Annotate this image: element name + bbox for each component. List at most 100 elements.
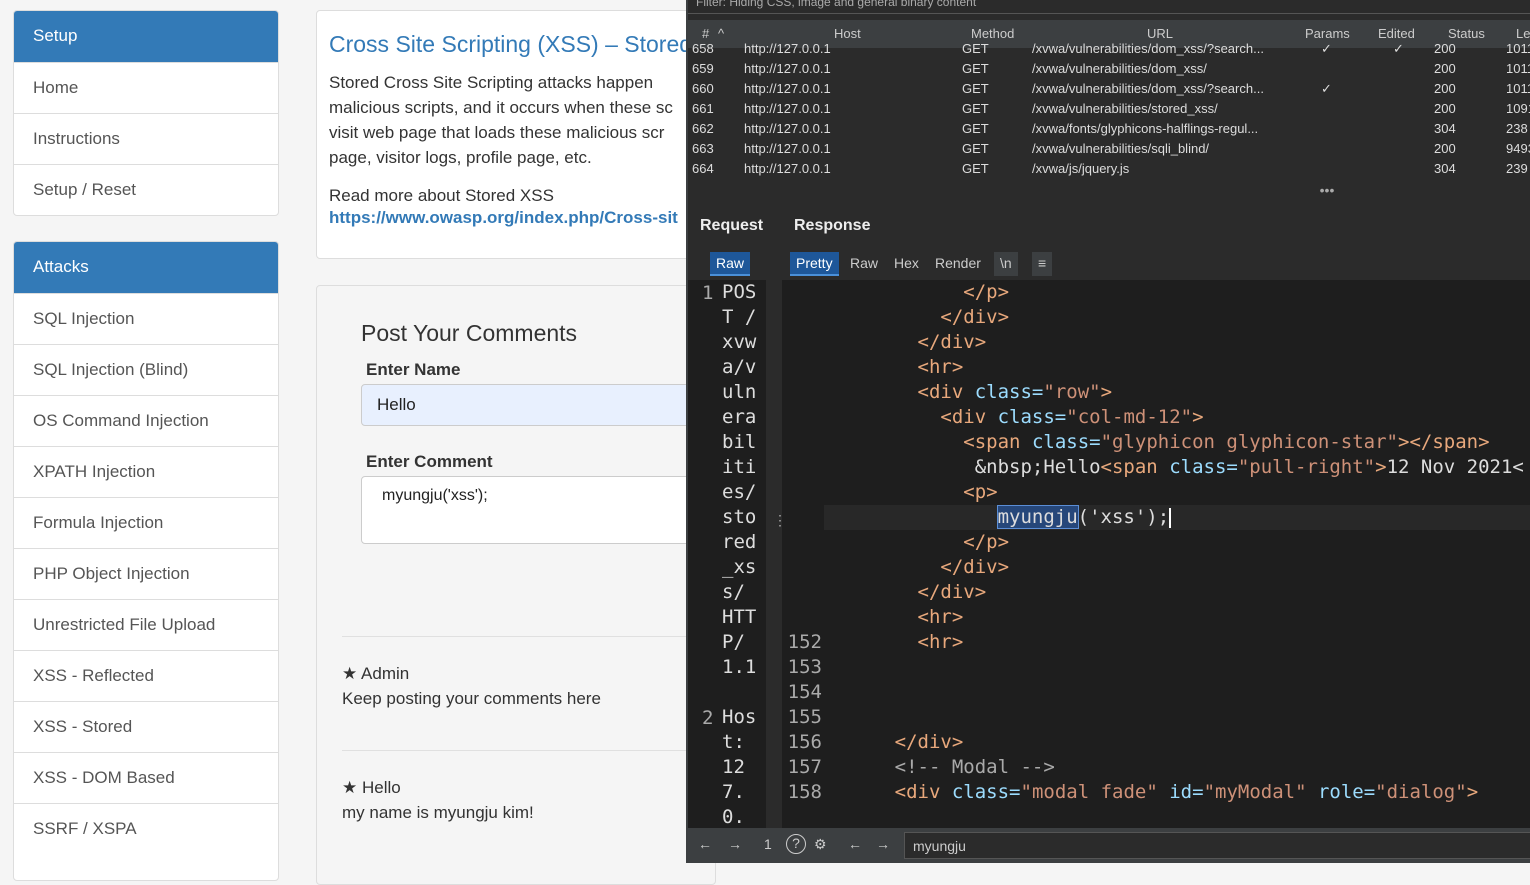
newline-toggle[interactable]: \n <box>994 252 1018 276</box>
resp-tab-hex[interactable]: Hex <box>888 252 925 276</box>
code-line: <span class="glyphicon glyphicon-star"><… <box>963 431 1490 453</box>
search-input[interactable]: myungju <box>904 832 1530 859</box>
code-line: </div> <box>940 556 1010 578</box>
next-match-icon[interactable]: → <box>876 836 890 852</box>
code-line: <div class="col-md-12"> <box>940 406 1204 428</box>
cell-params: ✓ <box>1321 41 1332 56</box>
resp-tab-raw[interactable]: Raw <box>844 252 884 276</box>
table-row[interactable]: 662 http://127.0.0.1 GET/xvwa/fonts/glyphi… <box>688 119 1530 139</box>
request-line-2: Host: 127.0.0.1 <box>722 706 757 828</box>
line-number: 154 <box>787 681 822 703</box>
sidebar-item-xss-stored[interactable]: XSS - Stored <box>14 701 278 752</box>
form-heading: Post Your Comments <box>361 320 578 346</box>
code-line: <hr> <box>917 631 964 653</box>
tab-response[interactable]: Response <box>794 217 870 235</box>
code-line: myungju('xss'); <box>996 505 1172 529</box>
cell-host: http://127.0.0.1 <box>744 161 831 176</box>
cell-status: 304 <box>1434 161 1456 176</box>
table-row[interactable]: 663 http://127.0.0.1 GET/xvwa/vulnerabilit… <box>688 139 1530 159</box>
cell-status: 200 <box>1434 141 1456 156</box>
cell-len: 9493 <box>1506 141 1530 156</box>
info-line-3: visit web page that loads these maliciou… <box>329 123 665 142</box>
code-line: <hr> <box>917 606 964 628</box>
cell-len: 238 <box>1506 121 1528 136</box>
setup-heading: Setup <box>14 11 278 62</box>
filter-bar[interactable]: Filter: Hiding CSS, image and general bi… <box>688 0 1530 14</box>
info-panel: Cross Site Scripting (XSS) – Stored Stor… <box>316 10 716 259</box>
request-editor[interactable]: 1 POST /xvwa/vulnerabilities/stored_xss/… <box>688 280 766 828</box>
gear-icon[interactable]: ⚙ <box>814 836 827 853</box>
sidebar-item-file-upload[interactable]: Unrestricted File Upload <box>14 599 278 650</box>
sidebar-item-xpath[interactable]: XPATH Injection <box>14 446 278 497</box>
cell-host: http://127.0.0.1 <box>744 141 831 156</box>
line-number: 156 <box>787 731 822 753</box>
resp-tab-pretty[interactable]: Pretty <box>790 252 839 276</box>
editor-splitter[interactable]: ⋮ <box>770 280 787 828</box>
cell-params: ✓ <box>1321 81 1332 96</box>
name-input[interactable]: Hello <box>361 384 715 426</box>
cell-id: 659 <box>692 61 714 76</box>
help-icon[interactable]: ? <box>786 834 806 854</box>
sidebar-item-instructions[interactable]: Instructions <box>14 113 278 164</box>
comment-textarea[interactable]: myungju('xss'); <box>361 476 715 544</box>
cell-host: http://127.0.0.1 <box>744 121 831 136</box>
sidebar-item-formula[interactable]: Formula Injection <box>14 497 278 548</box>
page-title: Cross Site Scripting (XSS) – Stored <box>329 31 693 57</box>
pane-splitter[interactable]: ••• <box>688 180 1530 202</box>
table-row[interactable]: 658 http://127.0.0.1 GET/xvwa/vulnerabilit… <box>688 39 1530 59</box>
code-line: <div class="modal fade" id="myModal" rol… <box>894 781 1479 803</box>
attacks-panel: Attacks SQL Injection SQL Injection (Bli… <box>13 241 279 881</box>
code-line: </div> <box>940 306 1010 328</box>
sidebar-item-setup-reset[interactable]: Setup / Reset <box>14 164 278 215</box>
resp-tab-render[interactable]: Render <box>929 252 987 276</box>
req-tab-raw[interactable]: Raw <box>710 252 751 276</box>
code-line: </div> <box>917 331 987 353</box>
cell-status: 200 <box>1434 61 1456 76</box>
table-row[interactable]: 659 http://127.0.0.1 GET/xvwa/vulnerabilit… <box>688 59 1530 79</box>
cell-status: 200 <box>1434 81 1456 96</box>
drag-handle-icon[interactable]: ••• <box>1320 182 1335 198</box>
cell-url: /xvwa/vulnerabilities/stored_xss/ <box>1032 101 1218 116</box>
divider <box>342 750 715 751</box>
menu-icon[interactable]: ≡ <box>1032 252 1053 276</box>
info-line-4: page, visitor logs, profile page, etc. <box>329 148 592 167</box>
code-line: </p> <box>963 531 1010 553</box>
cell-id: 662 <box>692 121 714 136</box>
line-number: 158 <box>787 781 822 803</box>
sidebar-item-sqli[interactable]: SQL Injection <box>14 293 278 344</box>
cell-len: 239 <box>1506 161 1528 176</box>
line-number: 2 <box>702 707 714 729</box>
table-row[interactable]: 660 http://127.0.0.1 GET/xvwa/vulnerabilit… <box>688 79 1530 99</box>
cell-host: http://127.0.0.1 <box>744 41 831 56</box>
table-row[interactable]: 664 http://127.0.0.1 GET/xvwa/js/jquery.js… <box>688 159 1530 179</box>
cell-id: 658 <box>692 41 714 56</box>
line-number: 153 <box>787 656 822 678</box>
cell-id: 661 <box>692 101 714 116</box>
tab-request[interactable]: Request <box>700 217 763 235</box>
sidebar-item-os-command[interactable]: OS Command Injection <box>14 395 278 446</box>
search-bar: ← → 1 ? ⚙ ← → myungju <box>688 828 1530 863</box>
cell-method: GET <box>962 61 989 76</box>
name-label: Enter Name <box>366 360 461 379</box>
line-number: 157 <box>787 756 822 778</box>
back-icon[interactable]: ← <box>698 836 712 852</box>
code-line: </p> <box>963 281 1010 303</box>
cell-len: 1011 <box>1506 41 1530 56</box>
sidebar-item-xss-reflected[interactable]: XSS - Reflected <box>14 650 278 701</box>
cell-len: 1011 <box>1506 61 1530 76</box>
cell-status: 200 <box>1434 101 1456 116</box>
sidebar-item-sqli-blind[interactable]: SQL Injection (Blind) <box>14 344 278 395</box>
forward-icon[interactable]: → <box>728 836 742 852</box>
sidebar-item-home[interactable]: Home <box>14 62 278 113</box>
sidebar-item-xss-dom[interactable]: XSS - DOM Based <box>14 752 278 803</box>
cell-url: /xvwa/vulnerabilities/dom_xss/ <box>1032 61 1207 76</box>
prev-match-icon[interactable]: ← <box>848 836 862 852</box>
code-line: <p> <box>963 481 998 503</box>
table-row[interactable]: 661 http://127.0.0.1 GET/xvwa/vulnerabilit… <box>688 99 1530 119</box>
sidebar-item-ssrf[interactable]: SSRF / XSPA <box>14 803 278 854</box>
sidebar-item-php-object[interactable]: PHP Object Injection <box>14 548 278 599</box>
cell-len: 1091 <box>1506 101 1530 116</box>
info-line-2: malicious scripts, and it occurs when th… <box>329 98 673 117</box>
response-editor[interactable]: </p> </div> </div> <hr> <div class="row"… <box>782 280 1530 828</box>
owasp-link[interactable]: https://www.owasp.org/index.php/Cross-si… <box>329 208 678 227</box>
